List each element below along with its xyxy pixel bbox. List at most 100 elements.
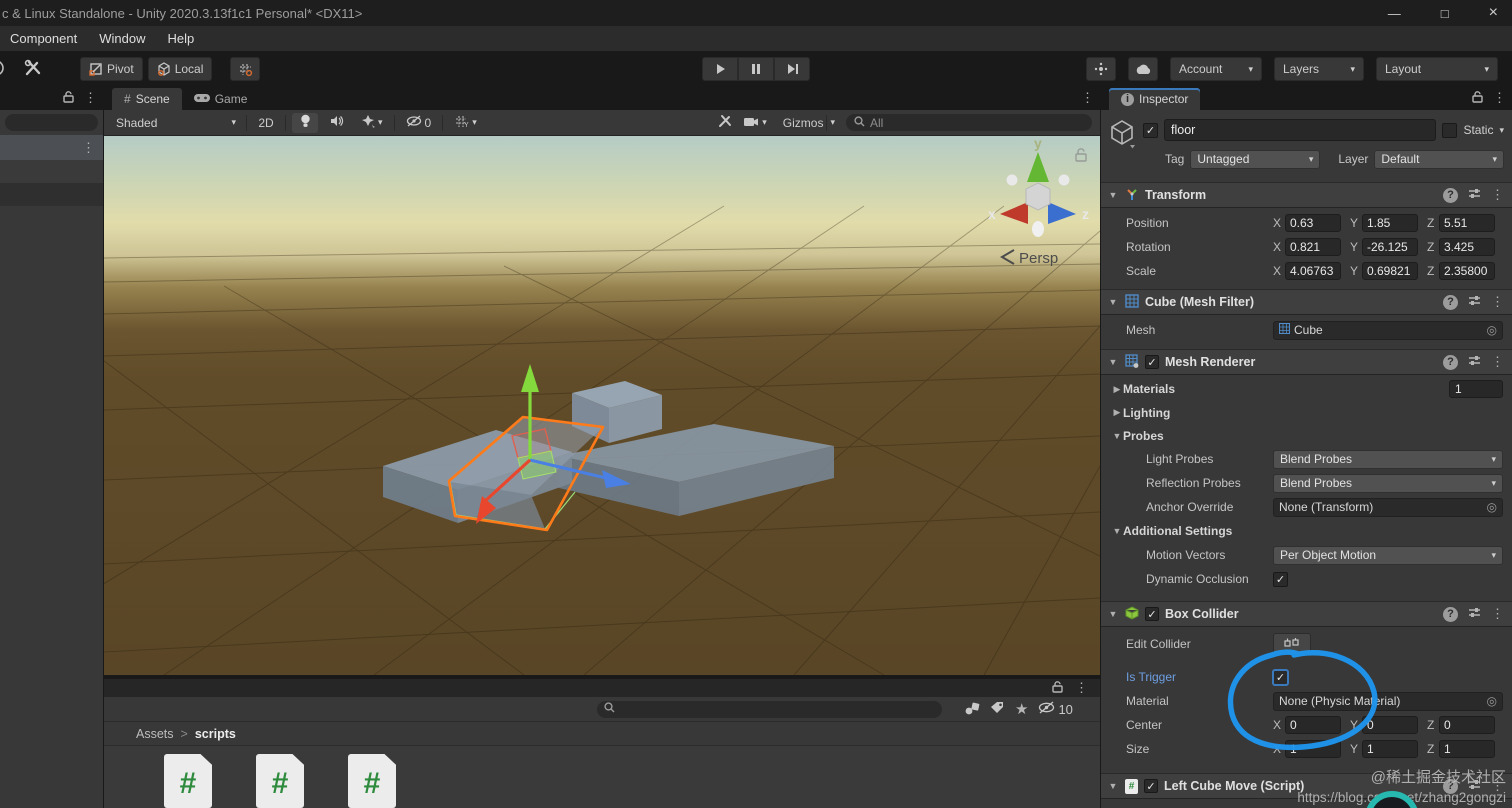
hierarchy-search-input[interactable] [5,114,98,131]
foldout-open-icon[interactable]: ▼ [1107,297,1119,307]
scene-search-field[interactable] [846,114,1092,131]
mesh-renderer-header[interactable]: ▼ ✓ Mesh Renderer ? ⋮ [1101,349,1512,375]
anchor-override-field[interactable]: None (Transform) ◎ [1273,497,1503,517]
custom-tools-icon[interactable] [24,59,42,80]
motion-vectors-dropdown[interactable]: Per Object Motion ▾ [1273,545,1503,565]
pivot-toggle-button[interactable]: Pivot [80,57,143,81]
help-icon[interactable]: ? [1443,778,1458,794]
tab-inspector[interactable]: i Inspector [1109,88,1201,110]
additional-settings-row[interactable]: ▼ Additional Settings [1101,519,1512,543]
project-visibility-button[interactable]: 10 [1038,701,1073,717]
pause-button[interactable] [738,57,774,81]
menu-dots-icon[interactable]: ⋮ [84,90,97,106]
object-picker-icon[interactable]: ◎ [1487,500,1497,514]
menu-dots-icon[interactable]: ⋮ [1491,187,1504,203]
presets-icon[interactable] [1468,779,1481,794]
materials-count-field[interactable]: 1 [1449,380,1503,398]
rotation-x-input[interactable] [1285,238,1341,256]
account-dropdown[interactable]: Account ▾ [1170,57,1262,81]
foldout-open-icon[interactable]: ▼ [1111,431,1123,441]
gizmo-center-cube[interactable] [1025,182,1051,211]
foldout-open-icon[interactable]: ▼ [1107,781,1119,791]
search-by-type-icon[interactable] [964,701,980,718]
menu-dots-icon[interactable]: ⋮ [1491,294,1504,310]
menu-dots-icon[interactable]: ⋮ [1491,778,1504,794]
scene-canvas[interactable]: y x z Persp [0,135,1101,676]
csharp-script-file[interactable]: # [256,754,304,808]
foldout-open-icon[interactable]: ▼ [1107,609,1119,619]
object-picker-icon[interactable]: ◎ [1487,694,1497,708]
menu-help[interactable]: Help [167,31,194,46]
menu-dots-icon[interactable]: ⋮ [82,140,95,156]
axis-neg-cone[interactable] [1058,174,1070,186]
hierarchy-scene-row[interactable]: ⋮ [0,135,103,160]
foldout-closed-icon[interactable]: ▶ [1111,407,1123,418]
position-x-input[interactable] [1285,214,1341,232]
size-x-input[interactable] [1285,740,1341,758]
help-icon[interactable]: ? [1443,606,1458,622]
menu-window[interactable]: Window [99,31,145,46]
foldout-open-icon[interactable]: ▼ [1111,526,1123,536]
lock-icon[interactable] [1472,90,1483,106]
local-toggle-button[interactable]: Local [147,57,213,81]
foldout-closed-icon[interactable]: ▶ [1111,384,1123,395]
scene-search-input[interactable] [870,115,1084,130]
search-by-label-icon[interactable] [990,701,1005,717]
persp-label[interactable]: Persp [1019,250,1058,267]
hierarchy-item-row[interactable] [0,183,103,206]
step-button[interactable] [774,57,810,81]
edit-collider-button[interactable] [1273,633,1311,655]
axis-neg-cone[interactable] [1006,174,1018,186]
presets-icon[interactable] [1468,188,1481,203]
tab-scene[interactable]: # Scene [112,88,182,110]
presets-icon[interactable] [1468,355,1481,370]
scale-x-input[interactable] [1285,262,1341,280]
help-icon[interactable]: ? [1443,187,1458,203]
minimize-button[interactable]: — [1388,6,1401,21]
tag-dropdown[interactable]: Untagged ▾ [1190,149,1321,169]
static-checkbox[interactable] [1442,122,1458,138]
center-z-input[interactable] [1439,716,1495,734]
transform-tool-icon[interactable] [0,58,14,81]
size-y-input[interactable] [1362,740,1418,758]
hierarchy-item-row[interactable] [0,160,103,183]
csharp-script-file[interactable]: # [348,754,396,808]
scene-viewport[interactable]: y x z Persp [0,135,1101,676]
gameobject-active-checkbox[interactable]: ✓ [1143,122,1158,138]
reflection-probes-dropdown[interactable]: Blend Probes ▾ [1273,473,1503,493]
scene-visibility-button[interactable]: 0 [401,113,437,133]
probes-row[interactable]: ▼ Probes [1101,424,1512,447]
position-z-input[interactable] [1439,214,1495,232]
menu-dots-icon[interactable]: ⋮ [1491,354,1504,370]
scene-grid-dropdown[interactable]: Y ▾ [449,113,482,133]
maximize-button[interactable]: □ [1441,6,1449,21]
position-y-input[interactable] [1362,214,1418,232]
center-x-input[interactable] [1285,716,1341,734]
draw-mode-dropdown[interactable]: Shaded ▾ [112,116,240,130]
lighting-row[interactable]: ▶ Lighting [1101,401,1512,424]
physic-material-field[interactable]: None (Physic Material) ◎ [1273,691,1503,711]
close-button[interactable]: × [1489,4,1498,22]
breadcrumb-assets[interactable]: Assets [136,727,174,741]
cloud-button[interactable] [1128,57,1158,81]
menu-dots-icon[interactable]: ⋮ [1493,90,1506,106]
presets-icon[interactable] [1468,295,1481,310]
lock-icon[interactable] [1052,680,1063,696]
foldout-open-icon[interactable]: ▼ [1107,190,1119,200]
script-enabled-checkbox[interactable]: ✓ [1144,779,1158,793]
tab-game[interactable]: Game [182,88,260,110]
size-z-input[interactable] [1439,740,1495,758]
caret-down-icon[interactable]: ▾ [1499,125,1504,136]
menu-dots-icon[interactable]: ⋮ [1491,606,1504,622]
scene-camera-dropdown[interactable]: ▾ [739,113,772,133]
rotation-z-input[interactable] [1439,238,1495,256]
menu-component[interactable]: Component [10,31,77,46]
script-component-header[interactable]: ▼ # ✓ Left Cube Move (Script) ? ⋮ [1101,773,1512,799]
scene-tools-icon[interactable] [718,114,733,131]
mesh-filter-header[interactable]: ▼ Cube (Mesh Filter) ? ⋮ [1101,289,1512,315]
layer-dropdown[interactable]: Default ▾ [1374,149,1504,169]
favorites-star-icon[interactable]: ★ [1015,700,1028,718]
box-collider-header[interactable]: ▼ ✓ Box Collider ? ⋮ [1101,601,1512,627]
csharp-script-file[interactable]: # [164,754,212,808]
transform-header[interactable]: ▼ Transform ? ⋮ [1101,182,1512,208]
